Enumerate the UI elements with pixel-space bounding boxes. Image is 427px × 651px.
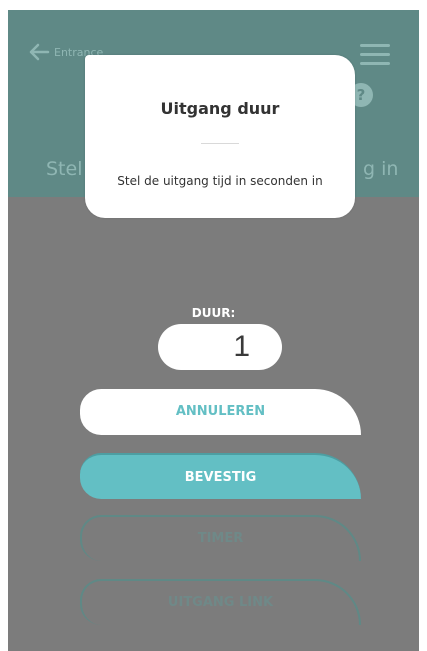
dialog-title: Uitgang duur xyxy=(160,99,280,118)
duration-label: DUUR: xyxy=(191,306,236,320)
dialog-divider xyxy=(201,143,239,144)
timer-button[interactable]: TIMER xyxy=(80,515,361,561)
cancel-button[interactable]: ANNULEREN xyxy=(80,389,361,435)
hamburger-menu-icon[interactable] xyxy=(360,44,390,66)
exit-link-button[interactable]: UITGANG LINK xyxy=(80,579,361,625)
dialog-message: Stel de uitgang tijd in seconden in xyxy=(117,174,323,188)
arrow-left-icon xyxy=(29,43,50,61)
duration-input[interactable]: 1 xyxy=(158,324,282,370)
confirm-button[interactable]: BEVESTIG xyxy=(80,453,361,499)
subtitle-right: g in xyxy=(363,158,399,180)
exit-duration-dialog: Uitgang duur Stel de uitgang tijd in sec… xyxy=(85,55,355,218)
subtitle-left: Stel xyxy=(46,158,83,180)
